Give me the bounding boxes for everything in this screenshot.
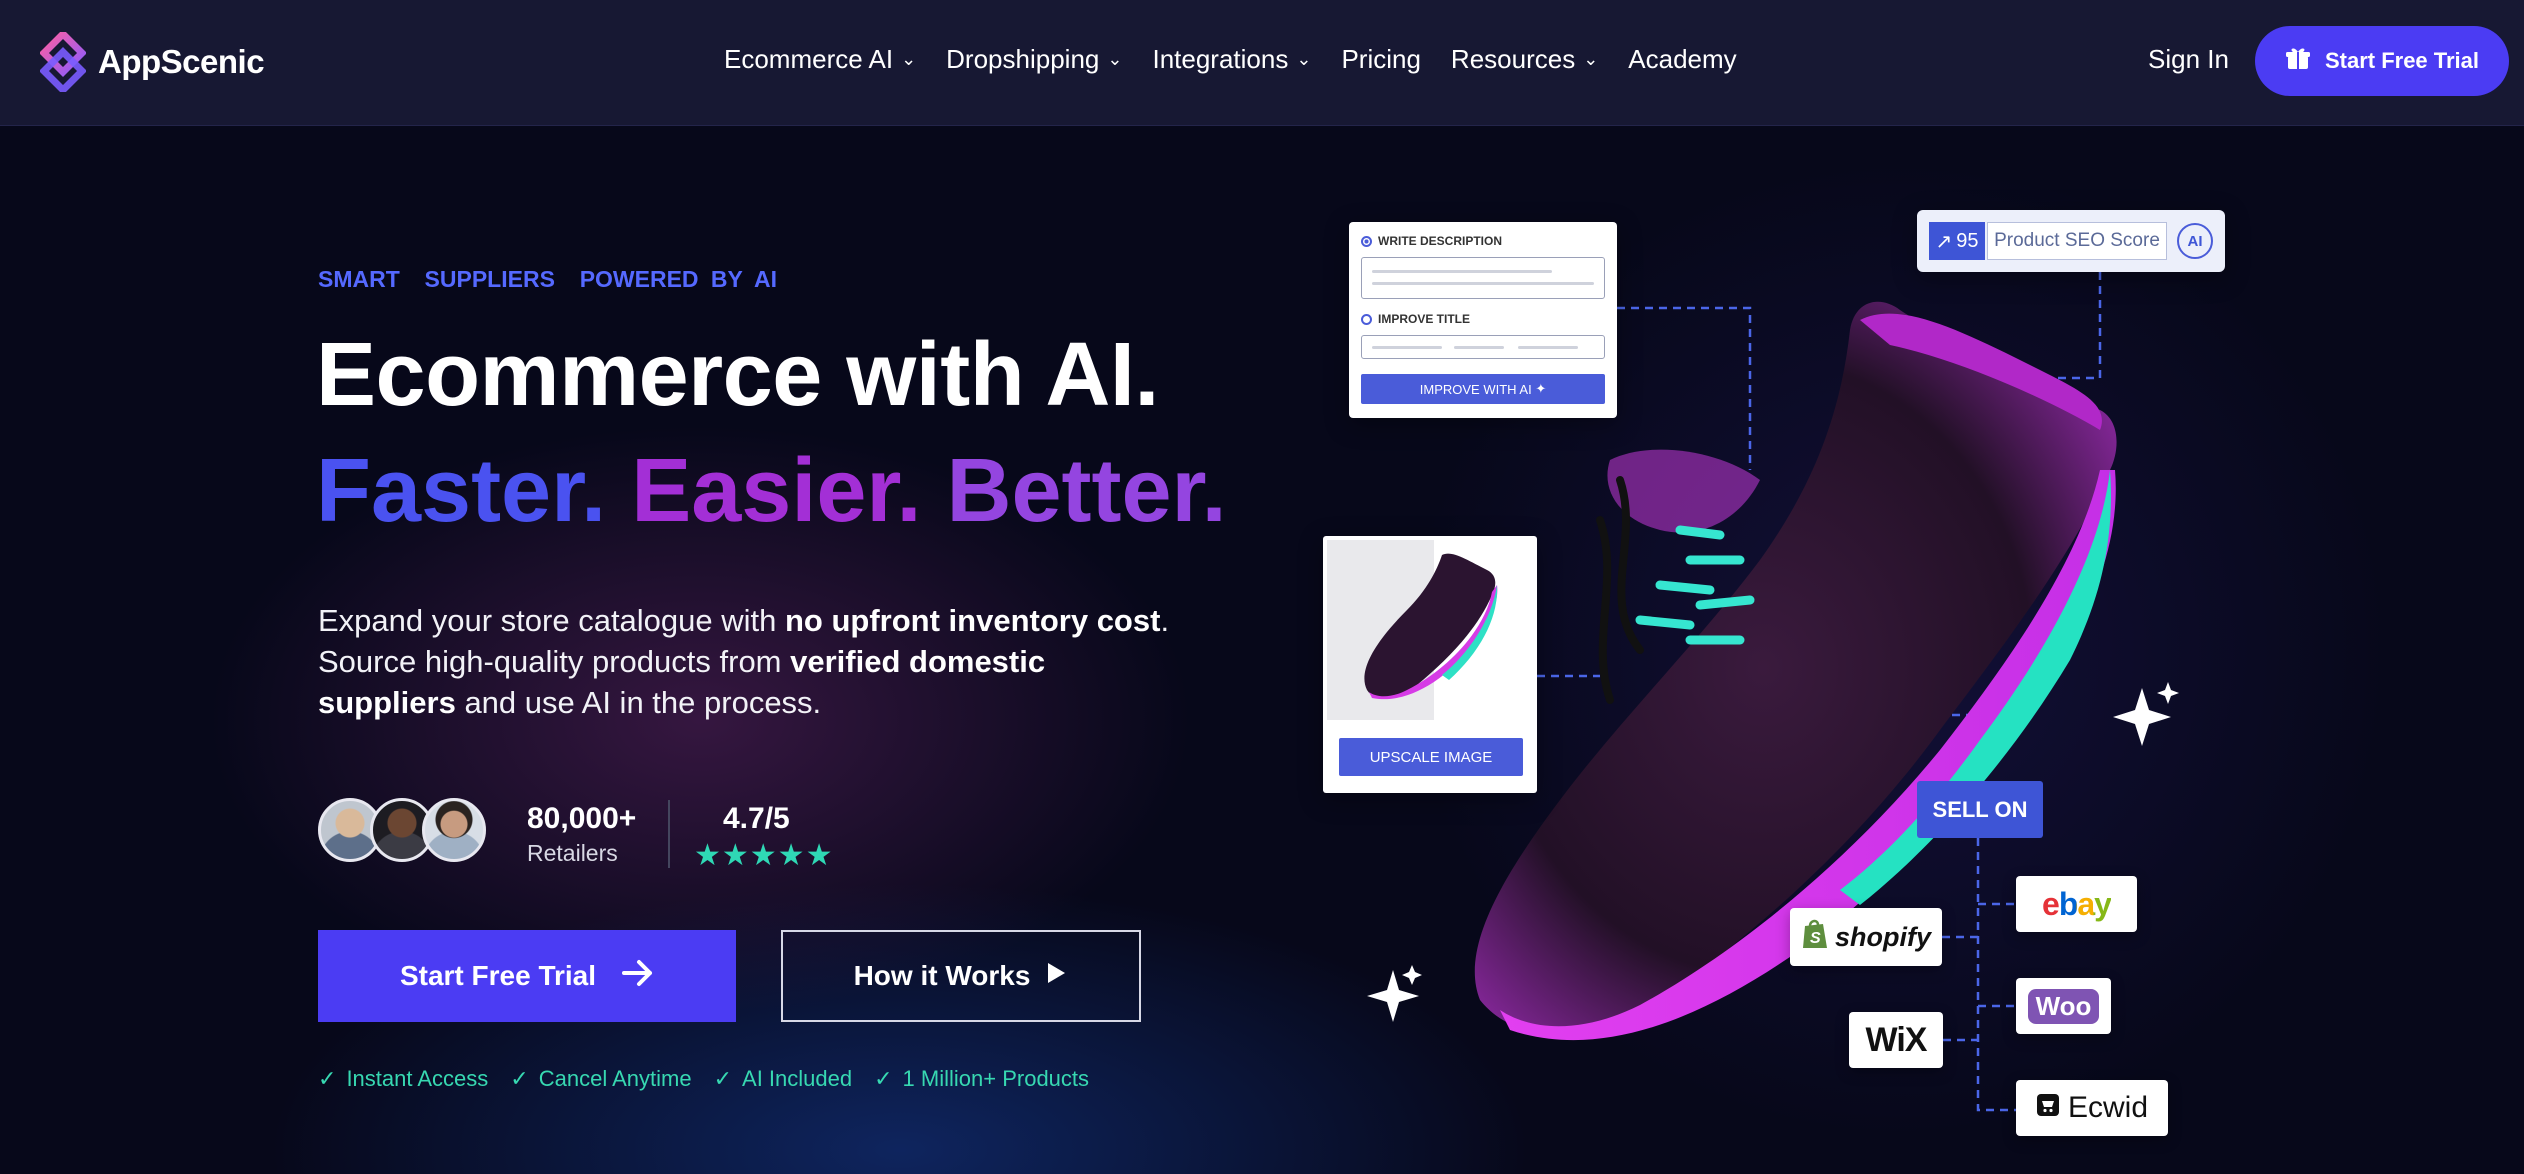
arrow-up-right-icon: ↗ [1935, 230, 1953, 253]
ebay-logo: ebay [2016, 876, 2137, 932]
improve-with-ai-button[interactable]: IMPROVE WITH AI ✦ [1361, 374, 1605, 404]
ecwid-logo: Ecwid [2016, 1080, 2168, 1136]
seo-score-label: Product SEO Score [1987, 222, 2167, 260]
ecwid-cart-icon [2036, 1091, 2060, 1125]
description-field[interactable] [1361, 257, 1605, 299]
hero-illustration [1367, 272, 2179, 1112]
upscale-image-button[interactable]: UPSCALE IMAGE [1339, 738, 1523, 776]
sell-on-badge: SELL ON [1917, 781, 2043, 838]
shopify-wordmark: shopify [1834, 921, 1931, 952]
upscale-image-card: UPSCALE IMAGE [1323, 536, 1537, 793]
radio-selected-icon [1361, 235, 1372, 247]
seo-score-card: ↗ 95 Product SEO Score AI [1917, 210, 2225, 272]
shopify-logo: S shopify [1790, 908, 1942, 966]
ecwid-wordmark: Ecwid [2067, 1091, 2149, 1124]
write-description-option[interactable]: WRITE DESCRIPTION [1361, 234, 1502, 248]
improve-title-option[interactable]: IMPROVE TITLE [1361, 312, 1470, 326]
seo-score-badge: ↗ 95 [1929, 222, 1985, 260]
svg-text:S: S [1810, 930, 1821, 947]
ai-description-card: WRITE DESCRIPTION IMPROVE TITLE IMPROVE … [1349, 222, 1617, 418]
product-thumbnail [1327, 540, 1533, 720]
radio-icon [1361, 313, 1372, 325]
option-label: IMPROVE TITLE [1378, 312, 1471, 326]
title-field[interactable] [1361, 335, 1605, 359]
button-label: IMPROVE WITH AI [1419, 381, 1532, 397]
wix-logo: WiX [1849, 1012, 1943, 1068]
woo-wordmark: Woo [2027, 988, 2100, 1024]
seo-score-value: 95 [1956, 229, 1979, 252]
ai-refresh-icon: AI [2177, 223, 2213, 259]
woocommerce-logo: Woo [2016, 978, 2111, 1034]
option-label: WRITE DESCRIPTION [1378, 234, 1503, 248]
shopify-bag-icon: S [1801, 918, 1829, 957]
ebay-wordmark: ebay [2042, 885, 2112, 922]
sparkle-icon: ✦ [1535, 381, 1547, 396]
